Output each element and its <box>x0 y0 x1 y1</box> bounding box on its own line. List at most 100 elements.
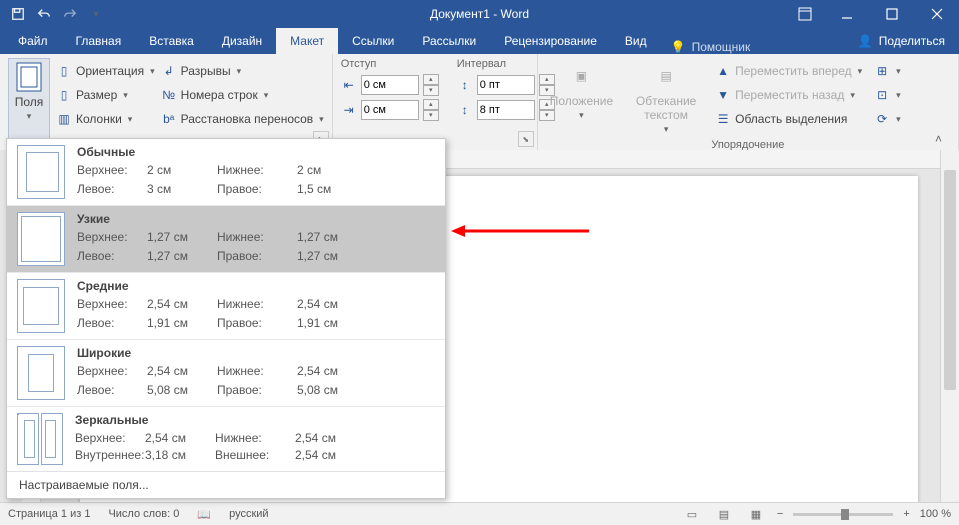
group-paragraph: Отступ ⇤▴▾ ⇥▴▾ Интервал ↕▴▾ ↕▴▾ ⬊ <box>333 54 538 150</box>
columns-label: Колонки <box>76 112 122 126</box>
share-label: Поделиться <box>879 34 945 48</box>
window-controls <box>824 0 959 28</box>
collapse-ribbon-button[interactable]: ˄ <box>935 132 953 146</box>
redo-button[interactable] <box>58 2 82 26</box>
tab-view[interactable]: Вид <box>611 28 661 54</box>
ribbon-options-button[interactable] <box>791 0 819 28</box>
paragraph-dialog-launcher[interactable]: ⬊ <box>518 131 534 147</box>
ribbon-tabs: Файл Главная Вставка Дизайн Макет Ссылки… <box>0 28 959 54</box>
bring-forward-icon: ▲ <box>715 63 731 79</box>
margins-button[interactable]: Поля ▾ <box>8 58 50 150</box>
word-count-status[interactable]: Число слов: 0 <box>108 508 179 520</box>
hyphenation-label: Расстановка переносов <box>181 112 314 126</box>
size-label: Размер <box>76 88 117 102</box>
zoom-in-button[interactable]: + <box>903 508 909 520</box>
tab-design[interactable]: Дизайн <box>208 28 276 54</box>
selection-pane-label: Область выделения <box>735 112 847 126</box>
group-arrange: ▣Положение▾ ▤Обтекание текстом▾ ▲ Перемес… <box>538 54 959 150</box>
page-size-icon: ▯ <box>56 87 72 103</box>
margins-moderate-icon <box>17 279 65 333</box>
zoom-out-button[interactable]: − <box>777 508 783 520</box>
position-button[interactable]: ▣Положение▾ <box>546 58 617 137</box>
breaks-button[interactable]: ↲Разрывы▾ <box>161 60 324 82</box>
orientation-button[interactable]: ▯Ориентация▾ <box>56 60 155 82</box>
line-numbers-button[interactable]: №Номера строк▾ <box>161 84 324 106</box>
indent-right-spinner[interactable]: ⇥▴▾ <box>341 99 439 121</box>
lightbulb-icon: 💡 <box>671 40 686 54</box>
language-status[interactable]: русский <box>229 508 268 520</box>
tab-home[interactable]: Главная <box>62 28 136 54</box>
spellcheck-icon[interactable]: 📖 <box>197 508 211 521</box>
margins-mirrored-icon <box>17 413 63 465</box>
bring-forward-button[interactable]: ▲Переместить вперед▾ <box>715 60 862 82</box>
indent-right-icon: ⇥ <box>341 102 357 118</box>
custom-margins-button[interactable]: Настраиваемые поля... <box>7 471 445 498</box>
tell-me[interactable]: 💡 Помощник <box>661 40 761 54</box>
zoom-slider[interactable] <box>793 513 893 516</box>
tab-mailings[interactable]: Рассылки <box>408 28 490 54</box>
share-button[interactable]: 👤 Поделиться <box>858 28 945 54</box>
bring-forward-label: Переместить вперед <box>735 64 851 78</box>
send-backward-icon: ▼ <box>715 87 731 103</box>
margins-option-normal[interactable]: Обычные Верхнее:2 смНижнее:2 см Левое:3 … <box>7 139 445 205</box>
maximize-button[interactable] <box>869 0 914 28</box>
send-backward-label: Переместить назад <box>735 88 844 102</box>
print-layout-button[interactable]: ▤ <box>713 505 735 523</box>
hyphenation-icon: bᵃ <box>161 111 177 127</box>
undo-button[interactable] <box>32 2 56 26</box>
scrollbar-thumb[interactable] <box>944 170 956 390</box>
tab-file[interactable]: Файл <box>4 28 62 54</box>
minimize-button[interactable] <box>824 0 869 28</box>
rotate-button[interactable]: ⟳▾ <box>874 108 901 130</box>
indent-left-input[interactable] <box>361 75 419 95</box>
tab-references[interactable]: Ссылки <box>338 28 408 54</box>
margins-option-moderate[interactable]: Средние Верхнее:2,54 смНижнее:2,54 см Ле… <box>7 272 445 339</box>
margins-option-title: Узкие <box>77 212 367 229</box>
status-bar: Страница 1 из 1 Число слов: 0 📖 русский … <box>0 502 959 525</box>
zoom-slider-thumb[interactable] <box>841 509 849 520</box>
vertical-scrollbar[interactable] <box>940 150 959 503</box>
selection-pane-button[interactable]: ☰Область выделения <box>715 108 862 130</box>
size-button[interactable]: ▯Размер▾ <box>56 84 155 106</box>
document-title: Документ1 - Word <box>430 7 529 21</box>
title-bar: ▾ Документ1 - Word <box>0 0 959 28</box>
chevron-down-icon: ▾ <box>27 111 32 122</box>
hyphenation-button[interactable]: bᵃРасстановка переносов▾ <box>161 108 324 130</box>
tab-insert[interactable]: Вставка <box>135 28 208 54</box>
margins-normal-icon <box>17 145 65 199</box>
columns-button[interactable]: ▥Колонки▾ <box>56 108 155 130</box>
indent-left-icon: ⇤ <box>341 77 357 93</box>
space-after-input[interactable] <box>477 100 535 120</box>
align-button[interactable]: ⊞▾ <box>874 60 901 82</box>
margins-option-wide[interactable]: Широкие Верхнее:2,54 смНижнее:2,54 см Ле… <box>7 339 445 406</box>
wrap-text-button[interactable]: ▤Обтекание текстом▾ <box>629 58 703 137</box>
margins-wide-icon <box>17 346 65 400</box>
space-after-icon: ↕ <box>457 102 473 118</box>
margins-label: Поля <box>15 95 44 109</box>
read-mode-button[interactable]: ▭ <box>681 505 703 523</box>
ribbon: Поля ▾ ▯Ориентация▾ ▯ Размер ▾ ▥Колонки▾ ↲… <box>0 54 959 151</box>
indent-left-spinner[interactable]: ⇤▴▾ <box>341 74 439 96</box>
breaks-label: Разрывы <box>181 64 231 78</box>
position-icon: ▣ <box>565 60 597 92</box>
margins-option-title: Средние <box>77 279 367 296</box>
orientation-label: Ориентация <box>76 64 144 78</box>
web-layout-button[interactable]: ▦ <box>745 505 767 523</box>
tab-review[interactable]: Рецензирование <box>490 28 611 54</box>
group-page-setup: Поля ▾ ▯Ориентация▾ ▯ Размер ▾ ▥Колонки▾ ↲… <box>0 54 333 150</box>
quick-access-toolbar: ▾ <box>0 2 108 26</box>
close-button[interactable] <box>914 0 959 28</box>
save-button[interactable] <box>6 2 30 26</box>
send-backward-button[interactable]: ▼Переместить назад▾ <box>715 84 862 106</box>
margins-option-narrow[interactable]: Узкие Верхнее:1,27 смНижнее:1,27 см Лево… <box>7 205 445 272</box>
page-number-status[interactable]: Страница 1 из 1 <box>8 508 90 520</box>
margins-option-title: Широкие <box>77 346 367 363</box>
group-button[interactable]: ⊡▾ <box>874 84 901 106</box>
zoom-level[interactable]: 100 % <box>920 508 951 520</box>
qat-customize-button[interactable]: ▾ <box>84 2 108 26</box>
tab-layout[interactable]: Макет <box>276 28 338 54</box>
margins-option-mirrored[interactable]: Зеркальные Верхнее:2,54 смНижнее:2,54 см… <box>7 406 445 471</box>
margins-dropdown: Обычные Верхнее:2 смНижнее:2 см Левое:3 … <box>6 138 446 499</box>
space-before-input[interactable] <box>477 75 535 95</box>
indent-right-input[interactable] <box>361 100 419 120</box>
